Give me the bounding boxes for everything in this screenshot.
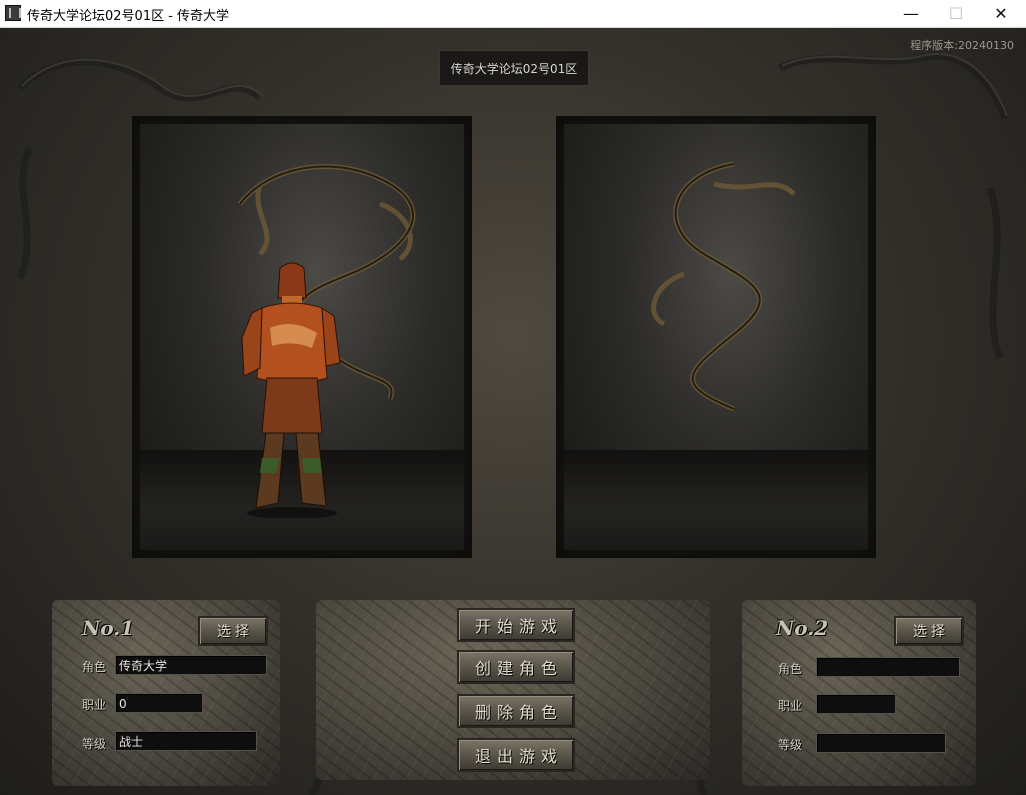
slot-2-job-label: 职业 <box>778 699 803 713</box>
character-preview-2[interactable] <box>556 116 876 558</box>
slot-2-select-button[interactable]: 选择 <box>894 616 964 646</box>
start-game-button[interactable]: 开始游戏 <box>457 608 575 642</box>
window-title: 传奇大学论坛02号01区 - 传奇大学 <box>27 9 230 24</box>
preview-2-floor <box>564 450 868 550</box>
slot-2-role-label: 角色 <box>778 662 803 676</box>
preview-1-background <box>140 124 464 550</box>
maximize-button[interactable]: ☐ <box>933 0 979 27</box>
slot-1-job-field: 0 <box>115 693 203 713</box>
title-bar: 传奇大学论坛02号01区 - 传奇大学 — ☐ ✕ <box>0 0 1026 28</box>
close-button[interactable]: ✕ <box>978 0 1024 27</box>
slot-1-level-label: 等级 <box>82 737 107 751</box>
slot-2-role-field <box>816 657 960 677</box>
dragon-carving-icon <box>651 161 796 412</box>
slot-2-level-label: 等级 <box>778 738 803 752</box>
slot-1-job-label: 职业 <box>82 698 107 712</box>
slot-1-role-field: 传奇大学 <box>115 655 267 675</box>
slot-1-title: No.1 <box>82 616 135 640</box>
slot-1-info-panel: No.1 选择 角色 传奇大学 职业 0 等级 战士 <box>52 600 280 786</box>
slot-1-role-label: 角色 <box>82 660 107 674</box>
slot-1-select-button[interactable]: 选择 <box>198 616 268 646</box>
version-label: 程序版本:20240130 <box>910 39 1014 52</box>
slot-2-job-field <box>816 694 896 714</box>
main-menu-panel: 开始游戏 创建角色 删除角色 退出游戏 <box>316 600 710 780</box>
server-name-banner: 传奇大学论坛02号01区 <box>439 50 589 86</box>
slot-2-title: No.2 <box>776 616 829 640</box>
exit-game-button[interactable]: 退出游戏 <box>457 738 575 772</box>
preview-2-background <box>564 124 868 550</box>
app-icon <box>5 5 21 21</box>
game-client-area: 传奇大学论坛02号01区 程序版本:20240130 No.1 选择 角色 传奇… <box>0 28 1026 795</box>
character-preview-1[interactable] <box>132 116 472 558</box>
slot-2-info-panel: No.2 选择 角色 职业 等级 <box>742 600 976 786</box>
warrior-character-icon <box>241 262 341 518</box>
delete-character-button[interactable]: 删除角色 <box>457 694 575 728</box>
slot-2-level-field <box>816 733 946 753</box>
minimize-button[interactable]: — <box>888 0 934 27</box>
slot-1-level-field: 战士 <box>115 731 257 751</box>
server-name-text: 传奇大学论坛02号01区 <box>450 61 578 76</box>
create-character-button[interactable]: 创建角色 <box>457 650 575 684</box>
